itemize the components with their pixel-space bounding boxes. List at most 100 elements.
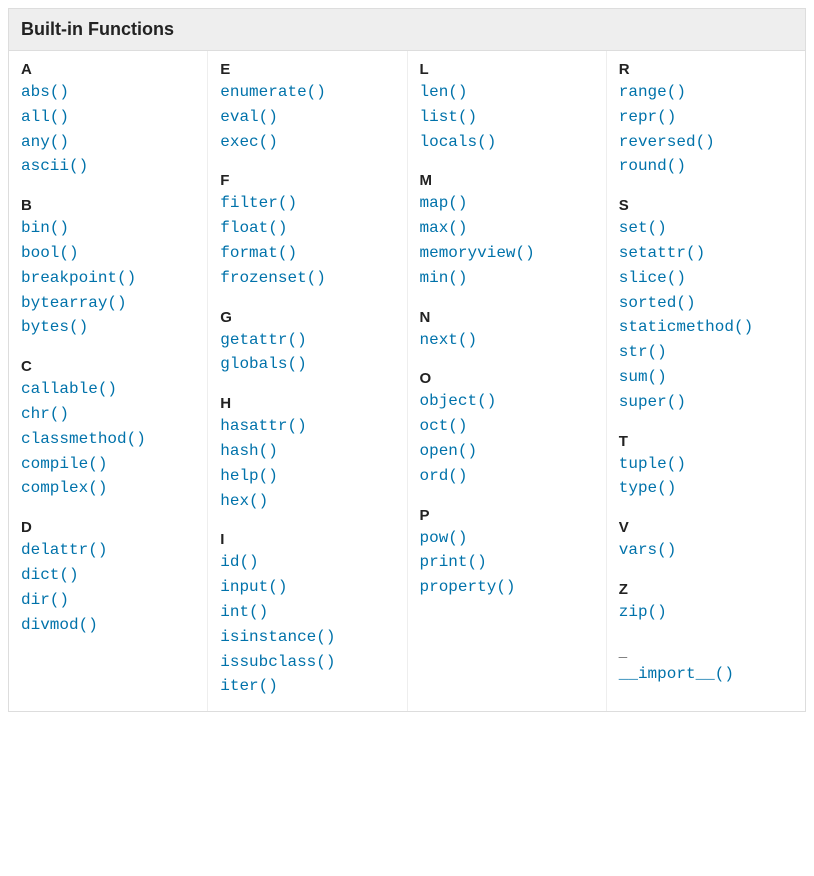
function-link[interactable]: len() — [420, 83, 468, 101]
function-link[interactable]: str() — [619, 343, 667, 361]
function-link[interactable]: reversed() — [619, 133, 715, 151]
function-link[interactable]: filter() — [220, 194, 297, 212]
function-link[interactable]: float() — [220, 219, 287, 237]
function-link[interactable]: ascii() — [21, 157, 88, 175]
function-link[interactable]: slice() — [619, 269, 686, 287]
function-item: all() — [21, 105, 195, 130]
function-item: sorted() — [619, 291, 793, 316]
function-link[interactable]: id() — [220, 553, 258, 571]
function-link[interactable]: isinstance() — [220, 628, 335, 646]
function-item: slice() — [619, 266, 793, 291]
function-link[interactable]: hex() — [220, 492, 268, 510]
function-item: delattr() — [21, 538, 195, 563]
function-link[interactable]: property() — [420, 578, 516, 596]
function-link[interactable]: breakpoint() — [21, 269, 136, 287]
function-link[interactable]: __import__() — [619, 665, 734, 683]
function-link[interactable]: zip() — [619, 603, 667, 621]
function-item: repr() — [619, 105, 793, 130]
function-link[interactable]: next() — [420, 331, 478, 349]
function-link[interactable]: exec() — [220, 133, 278, 151]
function-item: memoryview() — [420, 241, 594, 266]
letter-group: Iid() input() int() isinstance() issubclass(… — [220, 531, 394, 699]
function-link[interactable]: hasattr() — [220, 417, 306, 435]
function-link[interactable]: format() — [220, 244, 297, 262]
function-link[interactable]: callable() — [21, 380, 117, 398]
function-link[interactable]: eval() — [220, 108, 278, 126]
function-item: property() — [420, 575, 594, 600]
function-link[interactable]: divmod() — [21, 616, 98, 634]
function-link[interactable]: super() — [619, 393, 686, 411]
function-link[interactable]: sum() — [619, 368, 667, 386]
function-link[interactable]: issubclass() — [220, 653, 335, 671]
function-link[interactable]: delattr() — [21, 541, 107, 559]
function-link[interactable]: classmethod() — [21, 430, 146, 448]
letter-group: Nnext() — [420, 309, 594, 353]
function-link[interactable]: bool() — [21, 244, 79, 262]
function-link[interactable]: object() — [420, 392, 497, 410]
function-link[interactable]: list() — [420, 108, 478, 126]
function-link[interactable]: locals() — [420, 133, 497, 151]
function-link[interactable]: ord() — [420, 467, 468, 485]
function-link[interactable]: all() — [21, 108, 69, 126]
function-link[interactable]: map() — [420, 194, 468, 212]
function-link[interactable]: frozenset() — [220, 269, 326, 287]
function-link[interactable]: type() — [619, 479, 677, 497]
function-link[interactable]: setattr() — [619, 244, 705, 262]
table-title-text: Built-in Functions — [21, 19, 174, 39]
letter-group: Ccallable()chr()classmethod()compile()co… — [21, 358, 195, 501]
function-link[interactable]: getattr() — [220, 331, 306, 349]
table-title: Built-in Functions — [9, 9, 805, 51]
function-link[interactable]: pow() — [420, 529, 468, 547]
function-link[interactable]: dict() — [21, 566, 79, 584]
letter-heading: R — [619, 61, 793, 78]
function-link[interactable]: int() — [220, 603, 268, 621]
function-link[interactable]: vars() — [619, 541, 677, 559]
letter-heading: O — [420, 370, 594, 387]
function-link[interactable]: globals() — [220, 355, 306, 373]
letter-heading: V — [619, 519, 793, 536]
function-link[interactable]: sorted() — [619, 294, 696, 312]
function-link[interactable]: min() — [420, 269, 468, 287]
letter-group: Vvars() — [619, 519, 793, 563]
function-link[interactable]: round() — [619, 157, 686, 175]
function-link[interactable]: hash() — [220, 442, 278, 460]
function-link[interactable]: chr() — [21, 405, 69, 423]
function-link[interactable]: print() — [420, 553, 487, 571]
function-link[interactable]: enumerate() — [220, 83, 326, 101]
function-link[interactable]: repr() — [619, 108, 677, 126]
function-link[interactable]: max() — [420, 219, 468, 237]
function-item: round() — [619, 154, 793, 179]
letter-group: Ttuple()type() — [619, 433, 793, 502]
function-item: object() — [420, 389, 594, 414]
function-item: breakpoint() — [21, 266, 195, 291]
letter-group: Ggetattr()globals() — [220, 309, 394, 378]
function-item: float() — [220, 216, 394, 241]
function-link[interactable]: range() — [619, 83, 686, 101]
function-item: locals() — [420, 130, 594, 155]
function-link[interactable]: oct() — [420, 417, 468, 435]
function-link[interactable]: any() — [21, 133, 69, 151]
function-link[interactable]: tuple() — [619, 455, 686, 473]
function-link[interactable]: bytes() — [21, 318, 88, 336]
function-link[interactable]: staticmethod() — [619, 318, 753, 336]
function-item: dir() — [21, 588, 195, 613]
function-link[interactable]: compile() — [21, 455, 107, 473]
function-link[interactable]: iter() — [220, 677, 278, 695]
function-link[interactable]: set() — [619, 219, 667, 237]
function-link[interactable]: input() — [220, 578, 287, 596]
function-link[interactable]: complex() — [21, 479, 107, 497]
function-link[interactable]: bytearray() — [21, 294, 127, 312]
function-item: dict() — [21, 563, 195, 588]
letter-heading: I — [220, 531, 394, 548]
function-item: int() — [220, 600, 394, 625]
function-item: bin() — [21, 216, 195, 241]
function-link[interactable]: dir() — [21, 591, 69, 609]
function-link[interactable]: help() — [220, 467, 278, 485]
function-link[interactable]: memoryview() — [420, 244, 535, 262]
function-link[interactable]: bin() — [21, 219, 69, 237]
letter-group: Mmap()max()memoryview()min() — [420, 172, 594, 290]
function-link[interactable]: open() — [420, 442, 478, 460]
function-item: compile() — [21, 452, 195, 477]
function-item: str() — [619, 340, 793, 365]
function-link[interactable]: abs() — [21, 83, 69, 101]
